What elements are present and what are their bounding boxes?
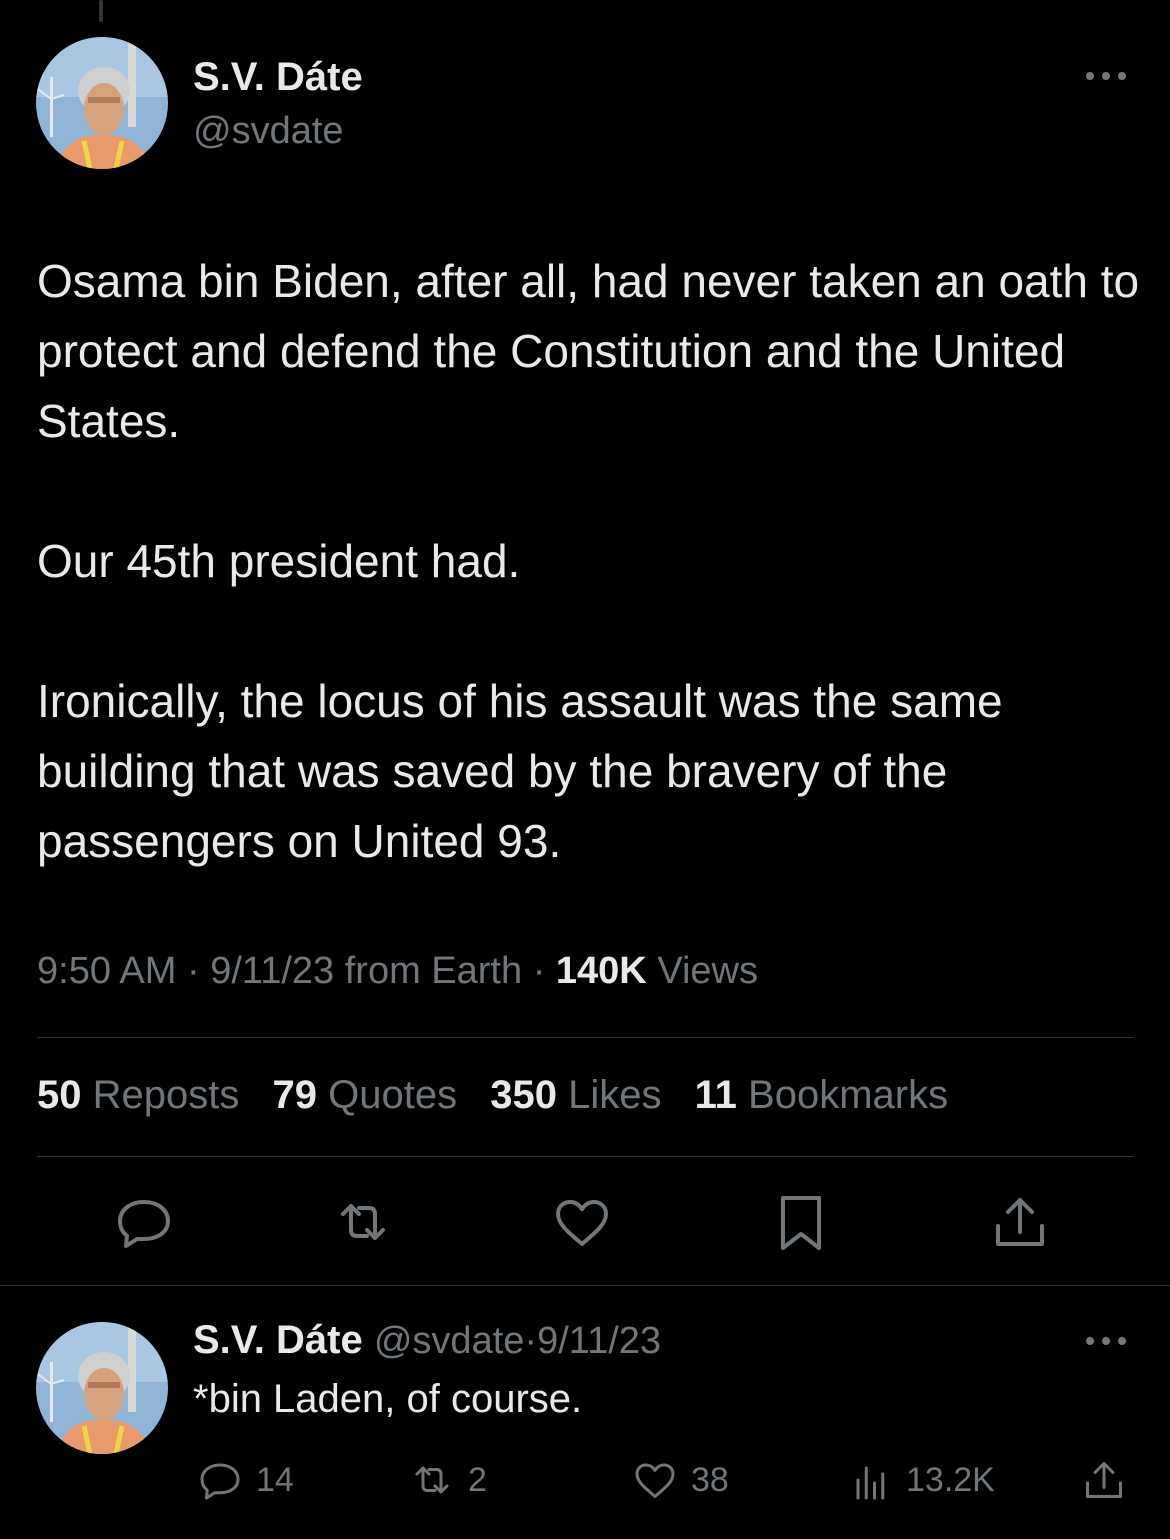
tweet-metadata: 9:50 AM · 9/11/23 from Earth · 140K View… bbox=[37, 950, 758, 993]
bookmark-icon[interactable] bbox=[769, 1190, 833, 1254]
reposts-count: 50 bbox=[37, 1073, 82, 1117]
views-label: Views bbox=[657, 950, 758, 992]
divider bbox=[37, 1156, 1133, 1157]
reply-icon[interactable] bbox=[112, 1190, 176, 1254]
more-options-icon[interactable] bbox=[1086, 1333, 1130, 1347]
reply-icon bbox=[200, 1463, 240, 1500]
share-icon[interactable] bbox=[988, 1190, 1052, 1254]
reply-author-display-name[interactable]: S.V. Dáte bbox=[193, 1318, 363, 1362]
separator: · bbox=[186, 950, 200, 992]
tweet-body: Osama bin Biden, after all, had never ta… bbox=[37, 246, 1147, 946]
reply-button[interactable]: 14 bbox=[196, 1455, 294, 1505]
views-button[interactable]: 13.2K bbox=[846, 1455, 995, 1505]
divider bbox=[0, 1285, 1170, 1286]
repost-count: 2 bbox=[468, 1460, 487, 1499]
reply-body: *bin Laden, of course. bbox=[193, 1377, 583, 1421]
views-count: 140K bbox=[555, 950, 647, 992]
like-button[interactable]: 38 bbox=[631, 1455, 729, 1505]
share-button[interactable] bbox=[1080, 1455, 1140, 1505]
separator: · bbox=[532, 950, 546, 992]
reply-views-count: 13.2K bbox=[906, 1460, 995, 1499]
author-handle[interactable]: @svdate bbox=[193, 110, 344, 153]
analytics-icon bbox=[856, 1466, 885, 1500]
quotes-count: 79 bbox=[272, 1073, 318, 1117]
tweet-date[interactable]: 9/11/23 bbox=[210, 950, 334, 992]
quotes-label: Quotes bbox=[328, 1073, 458, 1117]
repost-button[interactable]: 2 bbox=[408, 1455, 487, 1505]
likes-label: Likes bbox=[568, 1073, 662, 1117]
more-options-icon[interactable] bbox=[1086, 68, 1130, 82]
bookmarks-stat[interactable]: 11 Bookmarks bbox=[695, 1073, 948, 1117]
like-count: 38 bbox=[691, 1460, 729, 1499]
reply-count: 14 bbox=[256, 1460, 294, 1499]
engagement-stats: 50 Reposts 79 Quotes 350 Likes 11 Bookma… bbox=[37, 1073, 970, 1118]
like-icon bbox=[635, 1463, 675, 1498]
reply-date[interactable]: 9/11/23 bbox=[537, 1320, 661, 1362]
bookmarks-label: Bookmarks bbox=[748, 1073, 949, 1117]
tweet-paragraph: Our 45th president had. bbox=[37, 535, 521, 587]
likes-count: 350 bbox=[490, 1073, 557, 1117]
tweet-paragraph: Ironically, the locus of his assault was… bbox=[37, 675, 1003, 867]
reposts-stat[interactable]: 50 Reposts bbox=[37, 1073, 239, 1117]
avatar[interactable] bbox=[36, 37, 168, 169]
reply-author-handle[interactable]: @svdate bbox=[374, 1320, 525, 1362]
share-icon bbox=[1086, 1462, 1122, 1498]
bookmarks-count: 11 bbox=[694, 1073, 737, 1117]
thread-connector-line bbox=[99, 0, 103, 22]
repost-icon[interactable] bbox=[331, 1190, 395, 1254]
divider bbox=[37, 1037, 1133, 1038]
tweet-time[interactable]: 9:50 AM bbox=[37, 950, 176, 992]
tweet-paragraph: Osama bin Biden, after all, had never ta… bbox=[37, 255, 1140, 447]
reposts-label: Reposts bbox=[92, 1073, 240, 1117]
tweet-source: from Earth bbox=[344, 950, 523, 992]
like-icon[interactable] bbox=[550, 1190, 614, 1254]
separator: · bbox=[524, 1320, 538, 1362]
repost-icon bbox=[415, 1466, 449, 1494]
likes-stat[interactable]: 350 Likes bbox=[490, 1073, 661, 1117]
quotes-stat[interactable]: 79 Quotes bbox=[273, 1073, 458, 1117]
author-display-name[interactable]: S.V. Dáte bbox=[193, 55, 363, 100]
avatar[interactable] bbox=[36, 1322, 168, 1454]
reply-header: S.V. Dáte @svdate·9/11/23 bbox=[193, 1318, 661, 1363]
